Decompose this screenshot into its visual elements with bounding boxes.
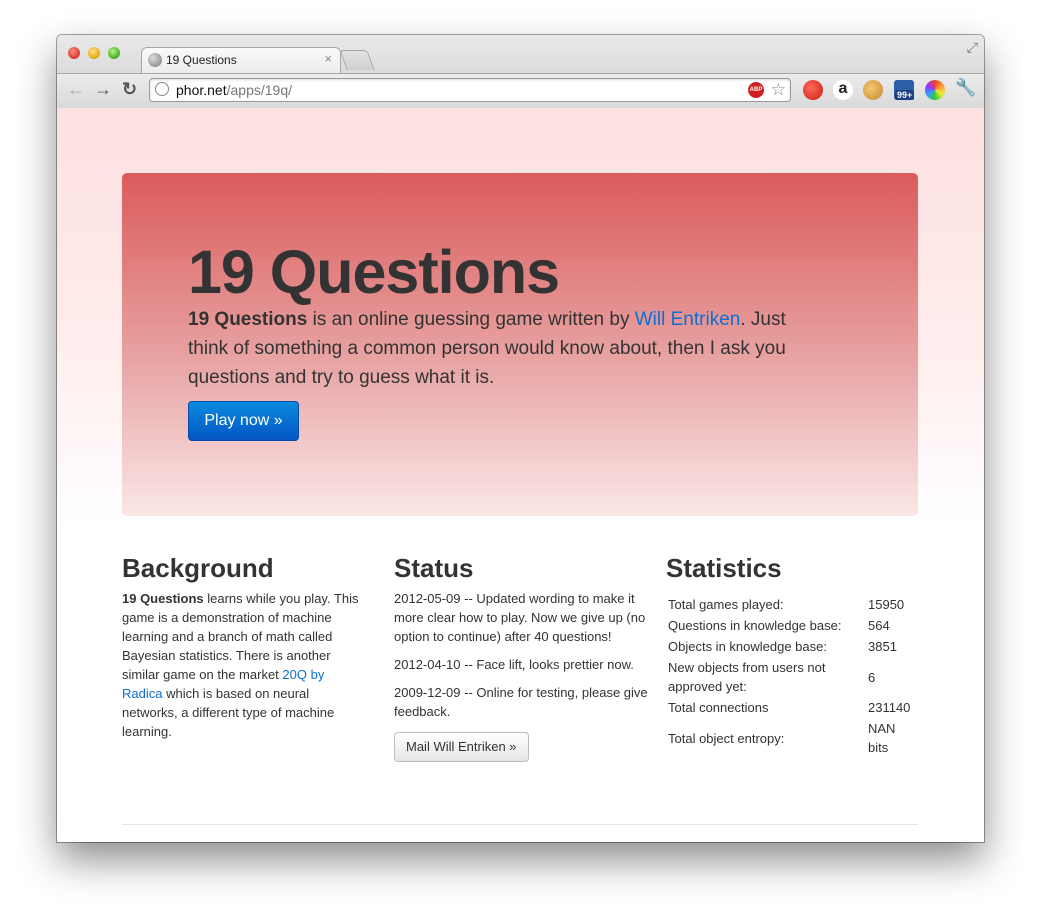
- background-heading: Background: [122, 553, 274, 583]
- statistics-heading: Statistics: [666, 553, 782, 583]
- statistics-section: Statistics Total games played: 15950 Ques…: [666, 553, 926, 758]
- rainbow-extension-icon[interactable]: [925, 80, 945, 100]
- table-row: Objects in knowledge base: 3851: [668, 639, 897, 654]
- browser-chrome: 19 Questions × ⤢ ← → ↻ phor.net/apps/19q…: [57, 35, 984, 108]
- hero-unit: 19 Questions 19 Questions is an online g…: [122, 173, 918, 516]
- page-title: 19 Questions: [188, 238, 560, 306]
- cookie-extension-icon[interactable]: [863, 80, 883, 100]
- bookmark-star-icon[interactable]: ☆: [771, 80, 786, 100]
- mail-author-button[interactable]: Mail Will Entriken »: [394, 732, 529, 762]
- amazon-extension-icon[interactable]: a: [833, 80, 853, 100]
- background-section: Background 19 Questions learns while you…: [122, 553, 367, 741]
- status-entry: 2012-04-10 -- Face lift, looks prettier …: [394, 657, 634, 672]
- new-tab-button[interactable]: [339, 50, 375, 70]
- hero-description: 19 Questions is an online guessing game …: [188, 309, 786, 388]
- play-now-button[interactable]: Play now »: [188, 401, 299, 441]
- wrench-menu-icon[interactable]: 🔧: [955, 78, 976, 98]
- close-tab-icon[interactable]: ×: [324, 51, 332, 66]
- author-link[interactable]: Will Entriken: [635, 309, 741, 330]
- status-heading: Status: [394, 553, 474, 583]
- fullscreen-icon[interactable]: ⤢: [967, 39, 978, 56]
- browser-window: 19 Questions × ⤢ ← → ↻ phor.net/apps/19q…: [57, 35, 984, 842]
- close-window-button[interactable]: [68, 47, 80, 59]
- status-entry: 2009-12-09 -- Online for testing, please…: [394, 685, 648, 719]
- favicon-icon: [148, 53, 162, 67]
- minimize-window-button[interactable]: [88, 47, 100, 59]
- table-row: Total object entropy: NAN bits: [668, 721, 896, 755]
- reload-icon[interactable]: ↻: [122, 79, 137, 100]
- address-bar[interactable]: phor.net/apps/19q/ ABP ☆: [149, 78, 791, 102]
- table-row: New objects from users not approved yet:…: [668, 660, 876, 694]
- zoom-window-button[interactable]: [108, 47, 120, 59]
- status-entry: 2012-05-09 -- Updated wording to make it…: [394, 591, 646, 644]
- tab-title: 19 Questions: [166, 53, 237, 67]
- table-row: Total connections 231140: [668, 700, 911, 715]
- back-arrow-icon[interactable]: ←: [67, 79, 85, 100]
- forward-arrow-icon[interactable]: →: [94, 79, 112, 100]
- table-row: Total games played: 15950: [668, 597, 905, 612]
- footer-divider: [122, 824, 918, 825]
- statistics-table: Total games played: 15950 Questions in kn…: [666, 594, 912, 758]
- status-section: Status 2012-05-09 -- Updated wording to …: [394, 553, 649, 762]
- globe-icon: [155, 82, 169, 96]
- page-content: 19 Questions 19 Questions is an online g…: [57, 108, 984, 842]
- background-text: 19 Questions learns while you play. This…: [122, 591, 359, 739]
- table-row: Questions in knowledge base: 564: [668, 618, 890, 633]
- opera-extension-icon[interactable]: [803, 80, 823, 100]
- hero-strong: 19 Questions: [188, 309, 308, 330]
- notification-extension-icon[interactable]: 99+: [894, 80, 915, 100]
- url-text: phor.net/apps/19q/: [176, 82, 292, 98]
- browser-toolbar: ← → ↻ phor.net/apps/19q/ ABP ☆ a 99+ 🔧: [57, 73, 984, 108]
- notification-count-badge: 99+: [895, 90, 915, 100]
- adblock-icon[interactable]: ABP: [748, 82, 764, 98]
- browser-tab[interactable]: 19 Questions ×: [141, 47, 341, 73]
